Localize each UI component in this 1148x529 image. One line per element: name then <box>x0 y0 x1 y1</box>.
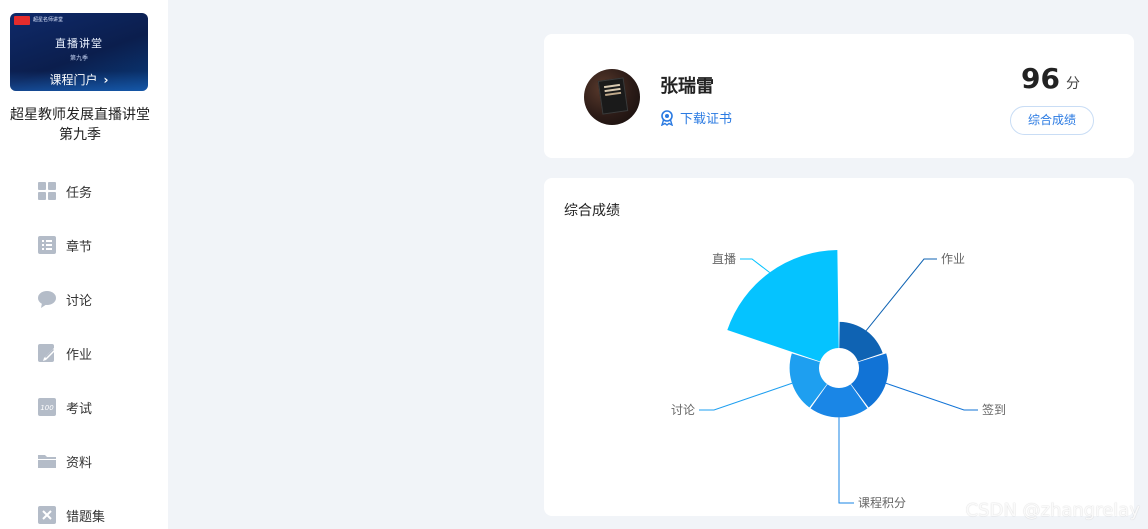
sidebar-item-label: 错题集 <box>66 509 106 525</box>
course-name: 超星教师发展直播讲堂 第九季 <box>10 107 150 143</box>
rose-label-line <box>865 258 937 331</box>
sidebar-item-label: 资料 <box>66 455 93 471</box>
rose-chart: 作业签到课程积分 讨论 直播 <box>671 250 1006 510</box>
rose-label-line <box>740 258 770 273</box>
sidebar-item-label: 章节 <box>66 239 93 255</box>
sidebar-item-chapters[interactable]: 章节 <box>38 235 92 255</box>
rose-slice[interactable] <box>727 250 839 362</box>
overall-score-button[interactable]: 综合成绩 <box>1010 106 1094 135</box>
sidebar-item-exam[interactable]: 100 考试 <box>38 397 92 417</box>
rose-slice-label: 签到 <box>982 402 1006 417</box>
course-portal-label: 课程门户 <box>49 73 98 87</box>
download-certificate-link[interactable]: 下载证书 <box>660 108 732 127</box>
rose-label-line <box>699 382 793 411</box>
exam-icon: 100 <box>38 398 56 416</box>
chart-card: 综合成绩 作业 签到 课程积分 讨论 直播 <box>544 178 1134 516</box>
rose-slice-label: 作业 <box>941 252 965 266</box>
avatar-book-shape <box>597 77 629 115</box>
score-unit: 分 <box>1066 76 1080 92</box>
sidebar-item-label: 讨论 <box>66 293 93 309</box>
rose-label-line <box>885 382 978 411</box>
sidebar-item-tasks[interactable]: 任务 <box>38 181 92 201</box>
cover-title: 直播讲堂 <box>55 37 103 50</box>
rose-slice[interactable] <box>839 321 883 362</box>
close-box-icon <box>38 506 56 524</box>
avatar <box>584 69 640 125</box>
edit-icon <box>38 344 56 362</box>
sidebar-item-label: 考试 <box>66 401 93 417</box>
sidebar-item-discussion[interactable]: 讨论 <box>38 289 92 309</box>
rose-slice-label: 课程积分 <box>858 495 906 510</box>
folder-icon <box>38 452 56 470</box>
score: 96 分 <box>1021 62 1080 95</box>
course-portal-link[interactable]: 课程门户 › <box>10 71 148 88</box>
watermark: CSDN @zhangrelay <box>965 500 1140 521</box>
cover-logo-text: 超星名师讲堂 <box>33 17 64 23</box>
chevron-right-icon: › <box>103 73 109 87</box>
chat-icon <box>38 290 56 308</box>
rose-slice-label: 讨论 <box>671 403 695 417</box>
course-cover[interactable]: 超星名师讲堂 直播讲堂 第九季 课程门户 › <box>10 13 148 91</box>
svg-text:100: 100 <box>40 404 54 412</box>
score-value: 96 <box>1021 62 1060 95</box>
logo-icon <box>14 16 30 25</box>
profile-card: 张瑞雷 下载证书 96 分 综合成绩 <box>544 34 1134 158</box>
sidebar-item-label: 任务 <box>66 185 93 201</box>
sidebar-item-label: 作业 <box>66 347 93 363</box>
download-certificate-label: 下载证书 <box>680 112 733 127</box>
user-name: 张瑞雷 <box>660 76 714 97</box>
sidebar-item-materials[interactable]: 资料 <box>38 451 92 471</box>
list-icon <box>38 236 56 254</box>
sidebar: 超星名师讲堂 直播讲堂 第九季 课程门户 › 超星教师发展直播讲堂 第九季 任务 … <box>0 0 168 529</box>
sidebar-item-homework[interactable]: 作业 <box>38 343 92 363</box>
cover-subtitle: 第九季 <box>69 55 88 62</box>
rose-label-line <box>838 417 854 504</box>
grid-icon <box>38 182 56 200</box>
sidebar-item-mistakes[interactable]: 错题集 <box>38 505 105 525</box>
rose-slice-label: 直播 <box>712 252 736 266</box>
award-icon <box>660 109 674 126</box>
